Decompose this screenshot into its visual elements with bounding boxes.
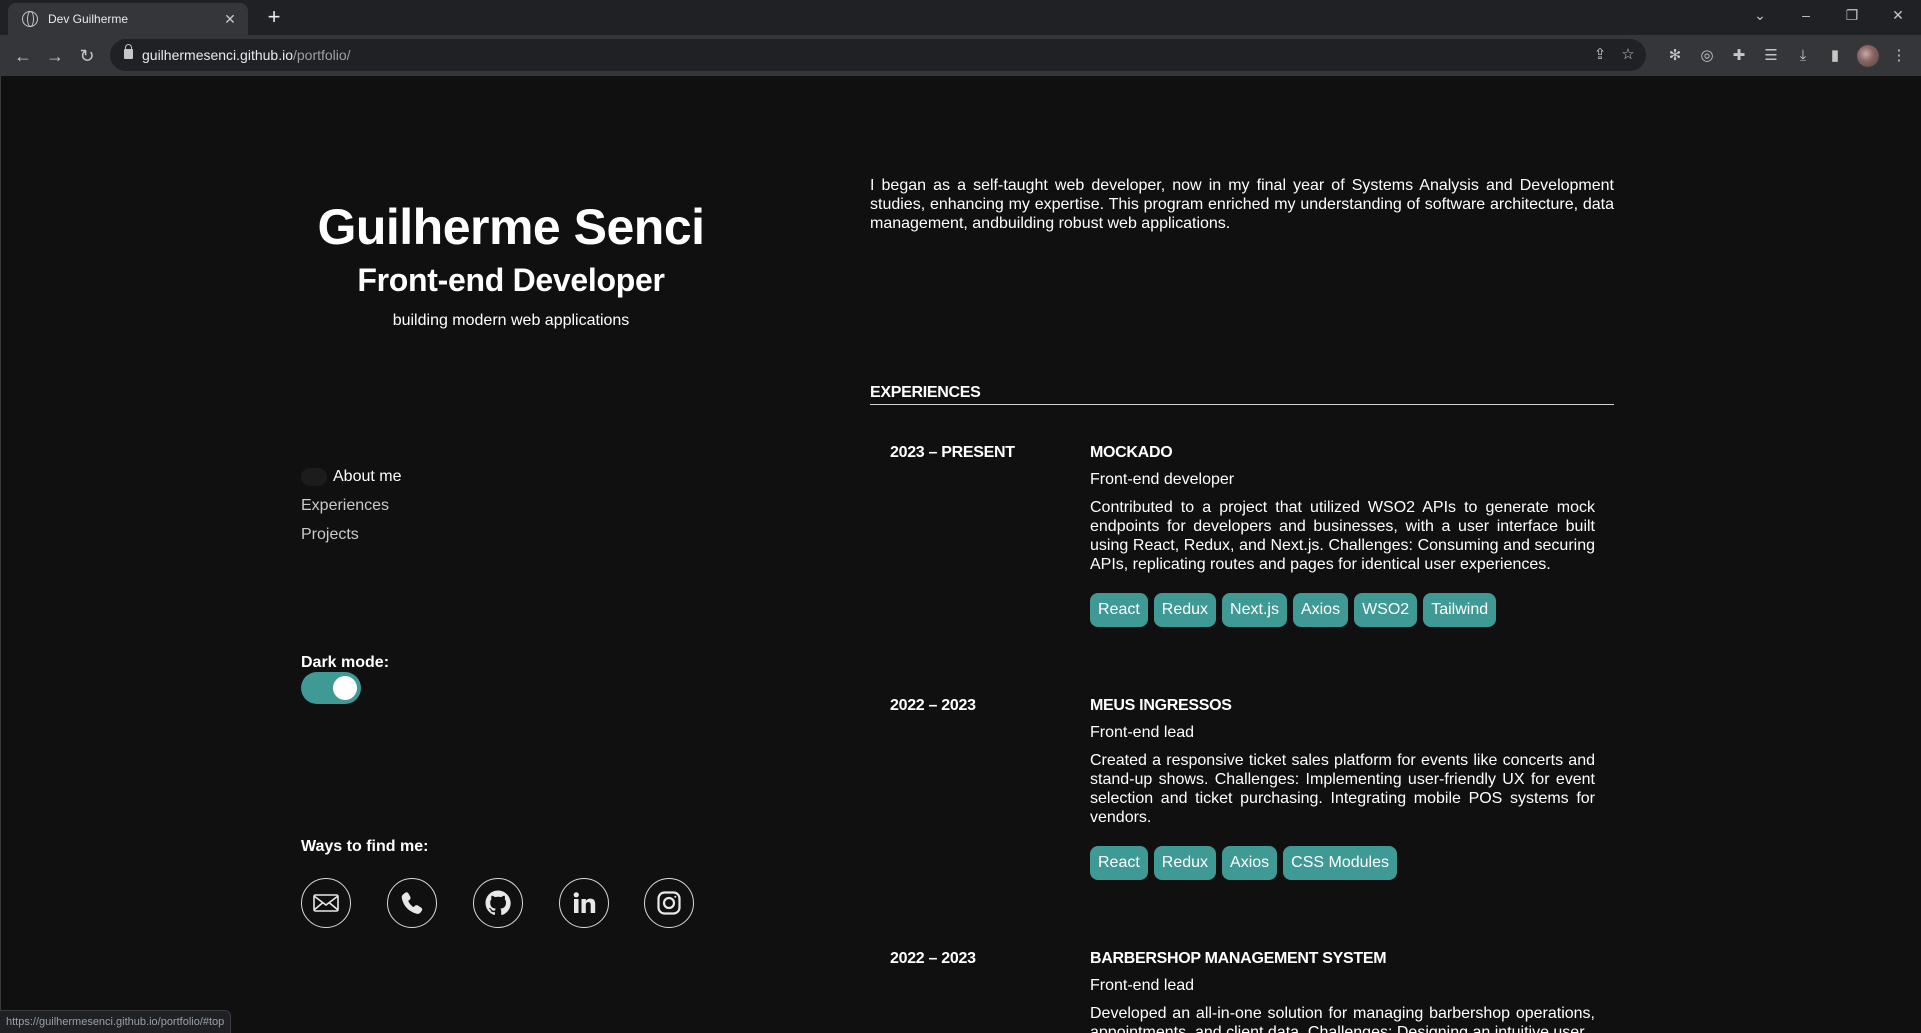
- github-icon[interactable]: [473, 878, 523, 928]
- nav-item-label: About me: [333, 467, 402, 485]
- job-position: Front-end developer: [1090, 471, 1235, 488]
- tech-tag: Tailwind: [1423, 593, 1497, 627]
- tech-tag: WSO2: [1354, 593, 1418, 627]
- minimize-button[interactable]: –: [1783, 0, 1829, 30]
- job-description: Created a responsive ticket sales platfo…: [1090, 752, 1595, 826]
- menu-kebab-icon[interactable]: ⋮: [1889, 46, 1909, 66]
- company-name[interactable]: MEUS INGRESSOS: [1090, 697, 1595, 724]
- url-text: guilhermesenci.github.io/portfolio/: [142, 47, 351, 63]
- nav-item-projects[interactable]: Projects: [301, 520, 401, 549]
- nav-item-label: Experiences: [301, 496, 390, 514]
- dark-mode-toggle[interactable]: [301, 672, 361, 704]
- experience-period: 2023 – PRESENT: [890, 444, 1015, 461]
- reload-icon[interactable]: ↻: [74, 43, 100, 69]
- target-extension-icon[interactable]: ◎: [1697, 46, 1717, 66]
- browser-toolbar: ← → ↻ guilhermesenci.github.io/portfolio…: [0, 35, 1921, 76]
- job-position: Front-end lead: [1090, 977, 1195, 994]
- new-tab-button[interactable]: +: [262, 6, 286, 30]
- tech-tag: React: [1090, 846, 1148, 880]
- share-icon[interactable]: ⇪: [1590, 45, 1610, 65]
- side-panel-icon[interactable]: ▮: [1825, 46, 1845, 66]
- section-nav: About me Experiences Projects: [301, 462, 401, 549]
- page-viewport: Guilherme Senci Front-end Developer buil…: [0, 76, 1921, 1033]
- browser-tab-strip: Dev Guilherme ✕ + ⌄ – ❐ ✕: [0, 0, 1921, 35]
- extension-icon[interactable]: ✻: [1665, 46, 1685, 66]
- company-name[interactable]: BARBERSHOP MANAGEMENT SYSTEM: [1090, 950, 1595, 977]
- bookmark-star-icon[interactable]: ☆: [1618, 45, 1638, 65]
- nav-item-experiences[interactable]: Experiences: [301, 491, 401, 520]
- phone-icon[interactable]: [387, 878, 437, 928]
- restore-button[interactable]: ❐: [1829, 0, 1875, 30]
- tech-tag: Axios: [1222, 846, 1278, 880]
- job-position: Front-end lead: [1090, 724, 1195, 741]
- toggle-knob: [333, 676, 357, 700]
- linkedin-icon[interactable]: [559, 878, 609, 928]
- address-bar[interactable]: guilhermesenci.github.io/portfolio/ ⇪ ☆: [110, 39, 1646, 71]
- tech-tag-list: React Redux Axios CSS Modules: [1090, 846, 1595, 880]
- nav-item-label: Projects: [301, 525, 359, 543]
- about-text: I began as a self-taught web developer, …: [870, 177, 1614, 232]
- tech-tag: Redux: [1153, 846, 1217, 880]
- experience-period: 2022 – 2023: [890, 697, 976, 714]
- company-name[interactable]: MOCKADO: [1090, 444, 1595, 471]
- tab-search-icon[interactable]: ⌄: [1737, 0, 1783, 30]
- back-arrow-icon[interactable]: ←: [10, 43, 36, 69]
- experience-body: MEUS INGRESSOS Front-end lead Created a …: [1090, 697, 1595, 880]
- tech-tag: Redux: [1153, 593, 1217, 627]
- link-status-bar: https://guilhermesenci.github.io/portfol…: [0, 1010, 232, 1033]
- experience-period: 2022 – 2023: [890, 950, 976, 967]
- instagram-icon[interactable]: [644, 878, 694, 928]
- tech-tag: React: [1090, 593, 1148, 627]
- tech-tag: CSS Modules: [1283, 846, 1397, 880]
- experience-body: MOCKADO Front-end developer Contributed …: [1090, 444, 1595, 627]
- tech-tag: Next.js: [1222, 593, 1287, 627]
- nav-item-about[interactable]: About me: [301, 462, 401, 491]
- developer-role: Front-end Developer: [357, 262, 665, 298]
- experience-body: BARBERSHOP MANAGEMENT SYSTEM Front-end l…: [1090, 950, 1595, 1033]
- developer-name: Guilherme Senci: [317, 199, 705, 255]
- browser-tab[interactable]: Dev Guilherme ✕: [8, 3, 248, 35]
- download-icon[interactable]: ⤓: [1793, 46, 1813, 66]
- tech-tag-list: React Redux Next.js Axios WSO2 Tailwind: [1090, 593, 1595, 627]
- forward-arrow-icon[interactable]: →: [42, 43, 68, 69]
- lock-icon[interactable]: [124, 44, 133, 59]
- dark-mode-label: Dark mode:: [301, 654, 390, 671]
- globe-icon: [22, 11, 38, 27]
- job-description: Contributed to a project that utilized W…: [1090, 499, 1595, 573]
- mail-icon[interactable]: [301, 878, 351, 928]
- contact-label: Ways to find me:: [301, 838, 429, 855]
- tab-title: Dev Guilherme: [48, 12, 129, 26]
- close-tab-icon[interactable]: ✕: [222, 11, 238, 27]
- tech-tag: Axios: [1292, 593, 1349, 627]
- puzzle-extensions-icon[interactable]: ✚: [1729, 46, 1749, 66]
- window-close-button[interactable]: ✕: [1875, 0, 1921, 30]
- tagline: building modern web applications: [392, 312, 630, 329]
- media-controls-icon[interactable]: ☰: [1761, 46, 1781, 66]
- active-indicator: [301, 467, 327, 486]
- profile-avatar[interactable]: [1857, 45, 1879, 67]
- job-description: Developed an all-in-one solution for man…: [1090, 1005, 1595, 1033]
- experiences-heading: EXPERIENCES: [870, 384, 1614, 405]
